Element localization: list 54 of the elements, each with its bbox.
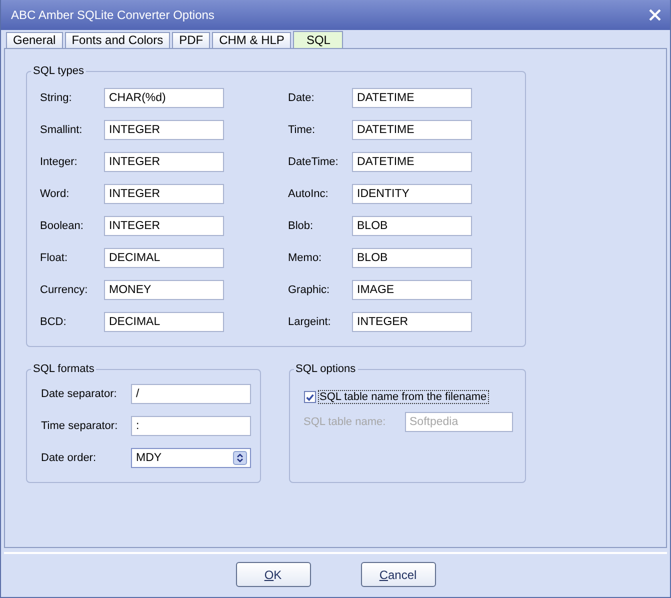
field-label: Word: [40,188,70,200]
field-label: Currency: [40,284,89,296]
input-field[interactable]: BLOB [352,216,472,236]
cancel-button[interactable]: Cancel [360,562,436,587]
group-title: SQL options [294,363,358,375]
checkbox-label[interactable]: SQL table name from the filename [318,390,489,404]
input-field[interactable]: DATETIME [352,88,472,108]
input-field[interactable]: INTEGER [104,152,224,172]
input-field[interactable]: BLOB [352,248,472,268]
input-field[interactable]: / [131,384,251,404]
spinner-icon [233,451,247,465]
input-field[interactable]: INTEGER [104,184,224,204]
field-label: Date: [288,92,316,104]
field-label: Smallint: [40,124,84,136]
window-title: ABC Amber SQLite Converter Options [11,8,214,22]
input-field[interactable]: CHAR(%d) [104,88,224,108]
ok-button[interactable]: OK [236,562,310,587]
field-label: Integer: [40,156,78,168]
tab[interactable]: SQL [293,31,344,48]
tab[interactable]: PDF [172,32,210,48]
field-label: Boolean: [40,220,84,232]
field-label: SQL table name: [304,416,387,428]
input-field[interactable]: IDENTITY [352,184,472,204]
tab[interactable]: Fonts and Colors [64,32,170,48]
input-field[interactable]: INTEGER [104,120,224,140]
dropdown[interactable]: MDY [131,448,251,468]
tab[interactable]: CHM & HLP [212,32,292,48]
field-label: String: [40,92,73,104]
checkbox[interactable] [304,391,316,403]
input-field[interactable]: MONEY [104,280,224,300]
input-field[interactable]: DECIMAL [104,248,224,268]
group-title: SQL types [31,65,86,77]
input-field[interactable]: DATETIME [352,120,472,140]
input-field[interactable]: DATETIME [352,152,472,172]
field-label: DateTime: [288,156,340,168]
field-label: Date order: [41,452,98,464]
input-field[interactable]: : [131,416,251,436]
input-field[interactable]: IMAGE [352,280,472,300]
field-label: Largeint: [288,316,332,328]
group-title: SQL formats [31,363,96,375]
close-icon [648,8,662,22]
input-field[interactable]: INTEGER [104,216,224,236]
field-label: Memo: [288,252,323,264]
field-label: Date separator: [41,388,118,400]
tab[interactable]: General [6,32,63,48]
field-label: Blob: [288,220,314,232]
field-label: BCD: [40,316,68,328]
field-label: Graphic: [288,284,331,296]
field-label: Time: [288,124,316,136]
input-field[interactable]: INTEGER [352,312,472,332]
field-label: Time separator: [41,420,119,432]
field-label: AutoInc: [288,188,330,200]
field-label: Float: [40,252,69,264]
input-field[interactable]: DECIMAL [104,312,224,332]
